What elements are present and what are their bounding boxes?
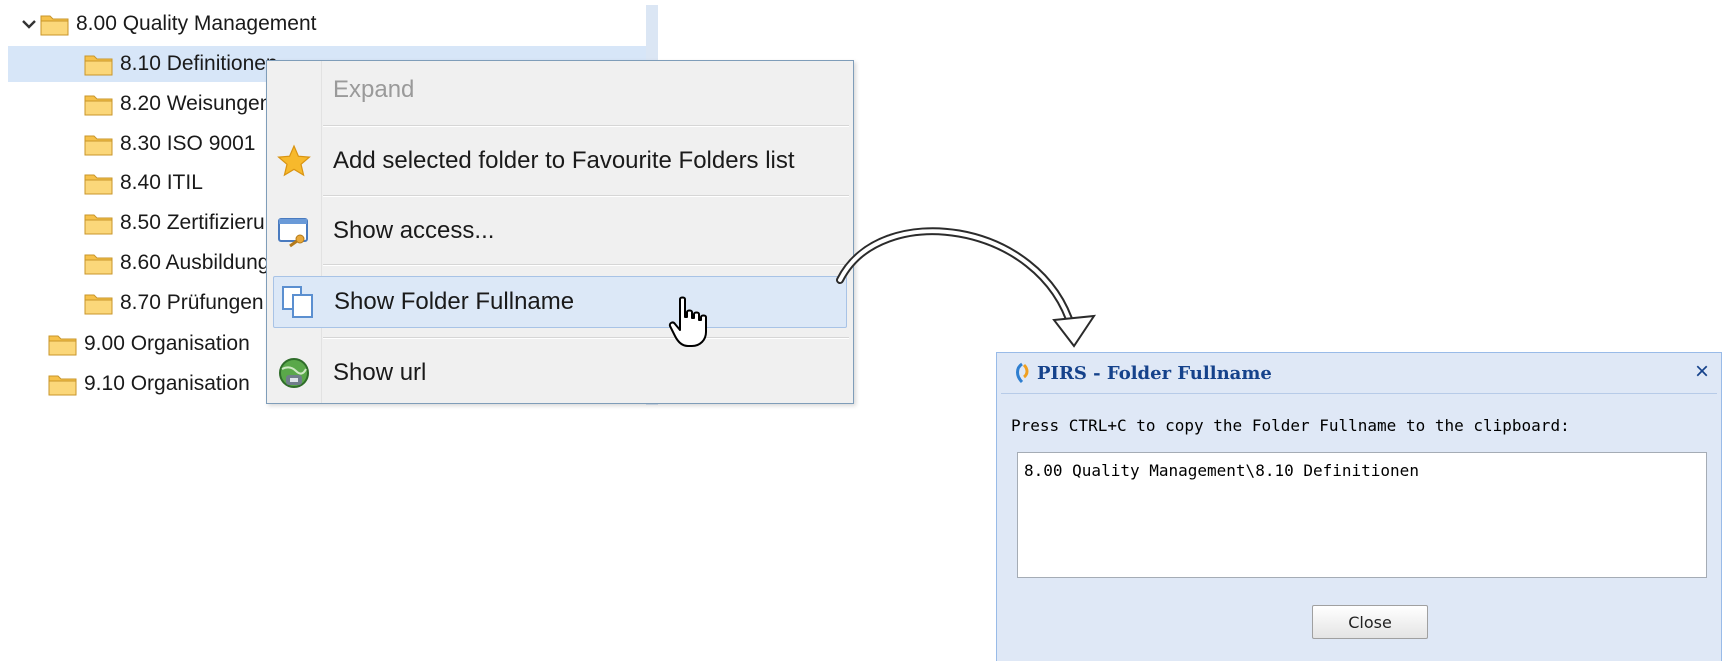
dialog-body: Press CTRL+C to copy the Folder Fullname…	[1001, 393, 1717, 661]
folder-fullname-textarea[interactable]: 8.00 Quality Management\8.10 Definitione…	[1017, 452, 1707, 578]
folder-fullname-dialog: PIRS - Folder Fullname × Press CTRL+C to…	[996, 352, 1722, 661]
pirs-logo-icon	[1013, 362, 1031, 384]
close-button[interactable]: Close	[1312, 605, 1428, 639]
screenshot-stage: 8.00 Quality Management 8.10 Definitione…	[0, 0, 1733, 661]
close-icon[interactable]: ×	[1695, 360, 1709, 384]
hand-cursor-icon	[668, 296, 707, 347]
dialog-header: PIRS - Folder Fullname ×	[997, 353, 1721, 393]
dialog-prompt: Press CTRL+C to copy the Folder Fullname…	[1011, 416, 1570, 435]
dialog-title: PIRS - Folder Fullname	[1037, 362, 1272, 384]
